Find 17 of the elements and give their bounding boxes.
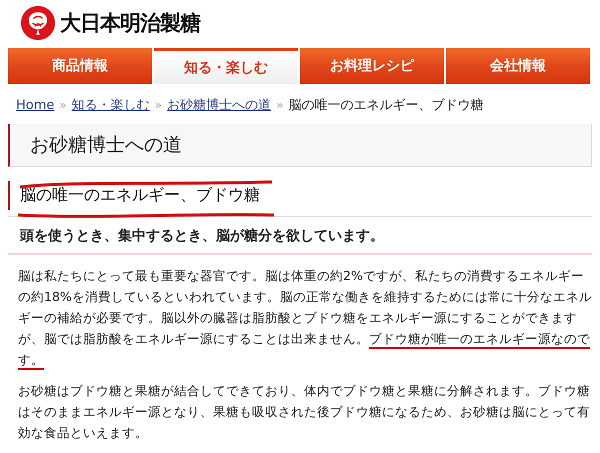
breadcrumb-link[interactable]: お砂糖博士への道 xyxy=(167,96,272,114)
lead-text: 頭を使うとき、集中するとき、脳が糖分を欲しています。 xyxy=(8,227,592,255)
breadcrumb-current: 脳の唯一のエネルギー、ブドウ糖 xyxy=(288,97,484,114)
breadcrumb-link[interactable]: 知る・楽しむ xyxy=(72,96,150,114)
nav-tab[interactable]: 商品情報 xyxy=(8,48,152,84)
breadcrumb-separator: » xyxy=(276,98,284,112)
breadcrumb-link[interactable]: Home xyxy=(16,98,54,112)
nav-tab[interactable]: お料理レシピ xyxy=(300,48,444,84)
nav-tab[interactable]: 会社情報 xyxy=(446,48,590,84)
breadcrumb-separator: » xyxy=(59,98,67,112)
nav-tab[interactable]: 知る・楽しむ xyxy=(154,48,298,84)
breadcrumb-separator: » xyxy=(154,98,162,112)
paragraph: 脳は私たちにとって最も重要な器官です。脳は体重の約2%ですが、私たちの消費するエネルギーの約18%を消費しているといわれています。脳の正常な働きを維持するためには常に十分なエネルギーの補給が必要です。脳以外の臓器は脂肪酸とブドウ糖をエネルギー源にすることができますが、脳では脂肪酸をエネルギー源にすることは出来ません。ブドウ糖が唯一のエネルギー源なのです。 xyxy=(18,265,592,370)
section-title: お砂糖博士への道 xyxy=(8,124,592,167)
article-heading: 脳の唯一のエネルギー、ブドウ糖 xyxy=(20,185,260,206)
logo-text: 大日本明治製糖 xyxy=(60,10,200,37)
paragraph: お砂糖はブドウ糖と果糖が結合してできており、体内でブドウ糖と果糖に分解されます。ブドウ糖はそのままエネルギー源となり、果糖も吸収された後ブドウ糖になるため、お砂糖は脳にとって有効な食品といえます。 xyxy=(18,382,591,442)
